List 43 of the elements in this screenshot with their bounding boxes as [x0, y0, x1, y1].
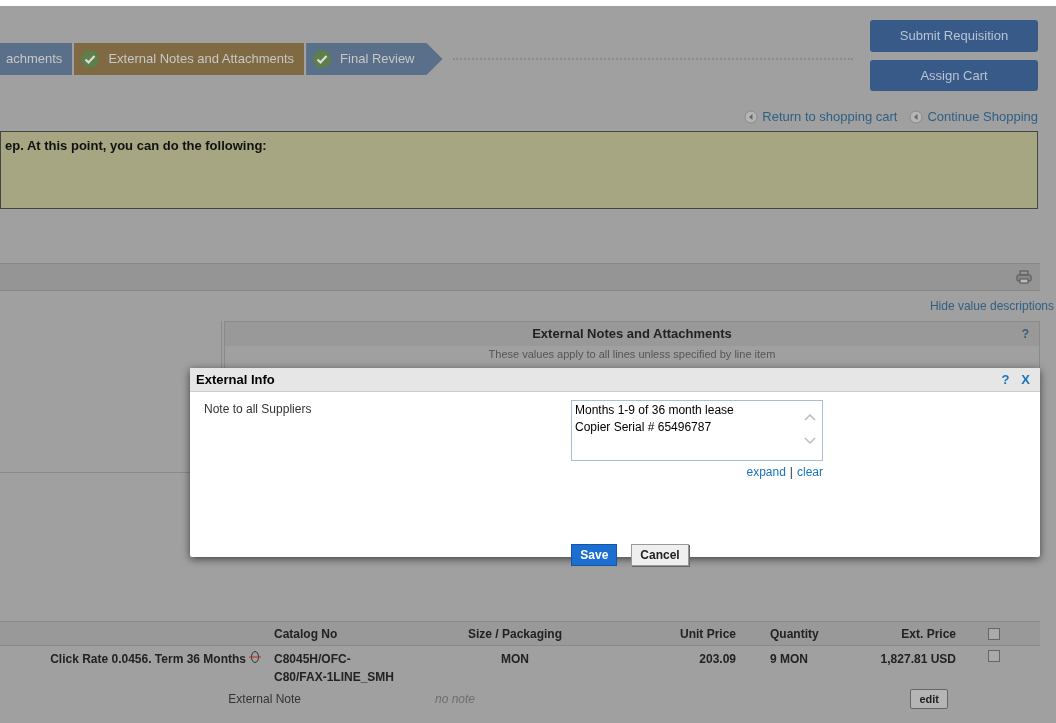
notice-text: ep. At this point, you can do the following: — [5, 138, 267, 153]
item-description: Click Rate 0.0456. Term 36 Months — [50, 651, 246, 668]
panel-title: External Notes and Attachments — [532, 325, 732, 344]
step-tab[interactable]: Final Review — [306, 43, 443, 75]
table-cell: 9 MON — [770, 652, 808, 666]
table-cell-text: C8045H/OFC-C80/FAX-1LINE_SMH — [274, 651, 396, 686]
edit-button[interactable]: edit — [910, 689, 948, 709]
back-link[interactable]: Continue Shopping — [909, 107, 1038, 127]
note-label: External Note — [228, 692, 301, 706]
column-header: Unit Price — [680, 626, 736, 641]
expand-link[interactable]: expand — [746, 463, 786, 481]
column-header: Ext. Price — [901, 626, 956, 641]
check-icon — [80, 49, 101, 69]
check-icon — [312, 49, 333, 69]
cancel-button[interactable]: Cancel — [631, 544, 689, 566]
column-header: Quantity — [770, 626, 819, 641]
save-button[interactable]: Save — [571, 544, 618, 566]
submit-requisition-button[interactable]: Submit Requisition — [870, 20, 1038, 52]
separator-text: | — [789, 464, 793, 481]
column-header: Size / Packaging — [467, 626, 562, 641]
dialog-title: External Info — [196, 370, 275, 389]
table-cell: 1,827.81 USD — [880, 652, 956, 666]
step-tab[interactable]: achments — [0, 43, 73, 75]
item-info-icon[interactable] — [248, 650, 262, 664]
panel-subtitle: These values apply to all lines unless specified by line item — [488, 347, 776, 362]
table-cell: MON — [501, 652, 529, 666]
printer-icon[interactable] — [1016, 270, 1032, 284]
back-link[interactable]: Return to shopping cart — [744, 107, 898, 127]
step-tab[interactable]: External Notes and Attachments — [74, 43, 305, 75]
clear-link[interactable]: clear — [797, 463, 823, 481]
help-link[interactable]: ? — [1021, 325, 1029, 343]
checkbox[interactable] — [988, 627, 1000, 640]
field-label: Note to all Suppliers — [204, 401, 313, 416]
scroll-up-icon[interactable] — [804, 413, 816, 421]
hide-descriptions-link[interactable]: Hide value descriptions — [929, 297, 1054, 315]
close-button[interactable]: X — [1021, 369, 1030, 390]
table-cell: 203.09 — [699, 652, 736, 666]
note-textarea[interactable]: Months 1-9 of 36 month lease Copier Serial # 65496787 — [571, 400, 823, 461]
help-link[interactable]: ? — [1001, 369, 1010, 390]
checkbox[interactable] — [988, 650, 1000, 662]
scroll-down-icon[interactable] — [804, 437, 816, 445]
assign-cart-button[interactable]: Assign Cart — [870, 60, 1038, 91]
column-header: Catalog No — [274, 626, 338, 641]
